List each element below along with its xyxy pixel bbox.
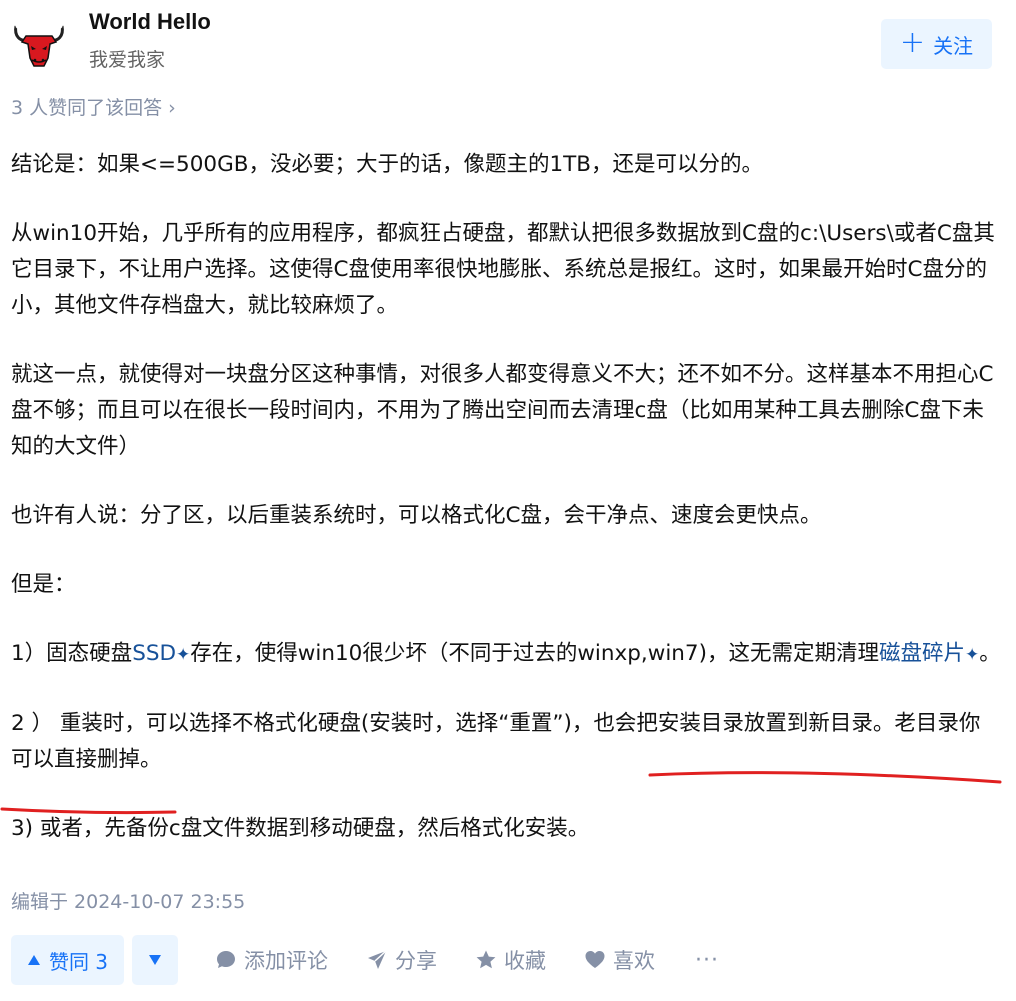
follow-button[interactable]: + 关注 — [881, 19, 992, 69]
share-button[interactable]: 分享 — [366, 945, 437, 975]
paragraph-4: 也许有人说：分了区，以后重装系统时，可以格式化C盘，会干净点、速度会更快点。 — [11, 503, 822, 528]
triangle-up-icon — [27, 955, 40, 965]
like-label: 喜欢 — [613, 949, 655, 973]
paragraph-2: 从win10开始，几乎所有的应用程序，都疯狂占硬盘，都默认把很多数据放到C盘的c… — [11, 221, 995, 318]
plus-icon: + — [899, 24, 926, 60]
triangle-down-icon — [149, 955, 161, 965]
sparkle-icon: ✦ — [176, 645, 191, 665]
paper-plane-icon — [368, 950, 387, 969]
action-bar: 赞同 3 添加评论 分享 收藏 喜欢 ··· — [11, 935, 719, 985]
star-icon — [476, 950, 496, 969]
paragraph-6-part-c: 。 — [979, 641, 1001, 666]
upvoters-text: 3 人赞同了该回答 — [11, 97, 163, 119]
comment-icon — [217, 951, 235, 968]
downvote-button[interactable] — [132, 935, 178, 985]
edited-time: 编辑于 2024-10-07 23:55 — [11, 891, 246, 913]
paragraph-5: 但是： — [11, 572, 76, 597]
sparkle-icon: ✦ — [965, 645, 980, 665]
upvote-label: 赞同 3 — [48, 949, 109, 974]
author-name[interactable]: World Hello — [89, 9, 211, 35]
chevron-right-icon: › — [168, 97, 176, 119]
answer-content: 结论是：如果<=500GB，没必要；大于的话，像题主的1TB，还是可以分的。 从… — [11, 147, 1001, 880]
paragraph-6-part-b: 存在，使得win10很少坏（不同于过去的winxp,win7)，这无需定期清理 — [190, 641, 879, 666]
paragraph-6: 1）固态硬盘SSD✦存在，使得win10很少坏（不同于过去的winxp,win7… — [11, 636, 1001, 673]
paragraph-7: 2 ） 重装时，可以选择不格式化硬盘(安装时，选择“重置”)，也会把安装目录放置… — [11, 711, 981, 772]
heart-icon — [585, 951, 605, 968]
more-button[interactable]: ··· — [695, 948, 719, 973]
bull-head-icon — [14, 25, 64, 67]
like-button[interactable]: 喜欢 — [584, 945, 655, 975]
collect-button[interactable]: 收藏 — [475, 945, 546, 975]
upvoters-link[interactable]: 3 人赞同了该回答 › — [11, 93, 176, 120]
paragraph-3: 就这一点，就使得对一块盘分区这种事情，对很多人都变得意义不大；还不如不分。这样基… — [11, 362, 994, 459]
paragraph-8: 3) 或者，先备份c盘文件数据到移动硬盘，然后格式化安装。 — [11, 816, 590, 841]
comment-button[interactable]: 添加评论 — [215, 945, 328, 975]
author-bio: 我爱我家 — [89, 49, 166, 71]
collect-label: 收藏 — [504, 949, 546, 973]
paragraph-1: 结论是：如果<=500GB，没必要；大于的话，像题主的1TB，还是可以分的。 — [11, 152, 764, 177]
share-label: 分享 — [395, 949, 437, 973]
link-ssd[interactable]: SSD — [132, 641, 176, 666]
follow-label: 关注 — [933, 33, 974, 58]
paragraph-6-part-a: 1）固态硬盘 — [11, 641, 133, 666]
upvote-button[interactable]: 赞同 3 — [11, 935, 124, 985]
avatar[interactable] — [12, 20, 66, 70]
comment-label: 添加评论 — [244, 949, 328, 973]
link-disk-fragment[interactable]: 磁盘碎片 — [879, 641, 965, 666]
